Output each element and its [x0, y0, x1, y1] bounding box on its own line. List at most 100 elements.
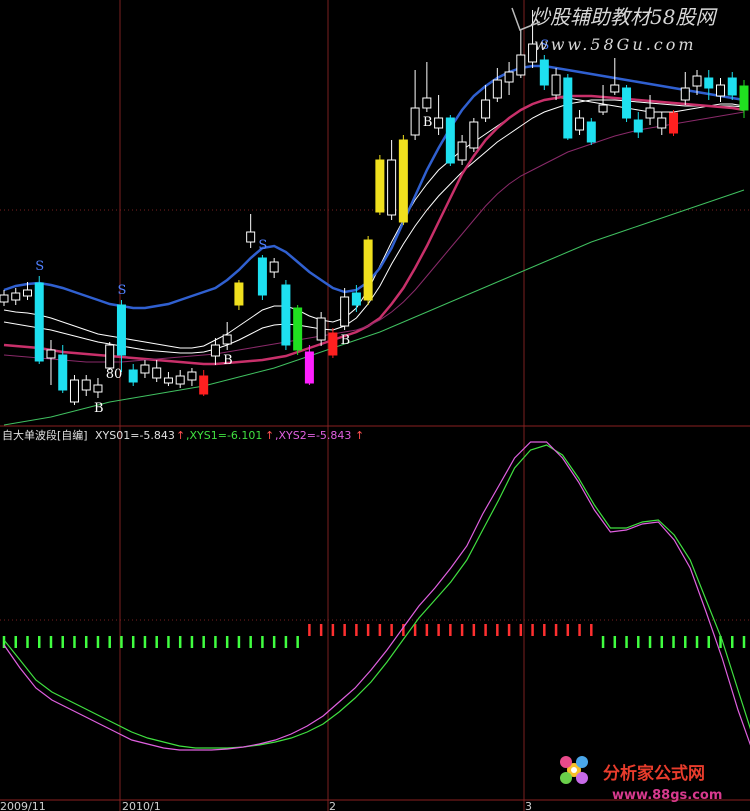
candle-body: [46, 349, 56, 359]
candle: [657, 112, 667, 135]
candle: [105, 342, 115, 370]
candle-body: [58, 354, 68, 391]
moving-average-line: [3, 97, 745, 349]
candle-body: [293, 307, 303, 351]
arrow-icon: ↑: [176, 429, 185, 442]
candle: [234, 280, 244, 310]
candle-body: [422, 97, 432, 109]
candle-body: [222, 334, 232, 345]
candle-body: [586, 121, 596, 143]
candle: [210, 338, 220, 365]
xys2-value: ,XYS2=-5.843: [275, 429, 351, 442]
candle-body: [445, 117, 455, 164]
xys1-value: ,XYS1=-6.101: [186, 429, 262, 442]
candle-body: [727, 77, 737, 96]
candle: [0, 290, 9, 306]
candle: [492, 68, 502, 102]
candle-body: [633, 119, 643, 133]
candle-body: [575, 117, 585, 131]
xys01-value: XYS01=-5.843: [95, 429, 175, 442]
indicator-name: 自大单波段[自编]: [2, 428, 88, 442]
candle-body: [69, 379, 79, 403]
candle-body: [481, 99, 491, 119]
watermark-site-name: 分析家公式网: [603, 763, 705, 784]
candle-body: [410, 107, 420, 136]
candle-body: [375, 159, 385, 213]
candle: [422, 62, 432, 112]
candle-body: [551, 74, 561, 96]
candle: [269, 258, 279, 278]
buy-signal-label: B: [423, 115, 433, 130]
sell-signal-label: S: [258, 238, 267, 253]
candle: [575, 110, 585, 135]
candle: [410, 70, 420, 140]
x-tick-label: 3: [525, 800, 532, 811]
candle: [387, 140, 397, 220]
sell-signal-label: S: [117, 283, 126, 298]
candle: [340, 288, 350, 330]
candle: [375, 155, 385, 215]
candle-body: [128, 369, 138, 383]
candle: [457, 135, 467, 165]
candle: [199, 370, 209, 396]
buy-signal-label: B: [223, 353, 233, 368]
candle: [434, 95, 444, 135]
candle: [152, 360, 162, 382]
candle: [669, 110, 679, 136]
candle: [93, 378, 103, 398]
candle: [257, 255, 267, 300]
arrow-icon: ↑: [355, 429, 364, 442]
watermark-site-url: www.88gs.com: [612, 788, 722, 803]
candle-body: [328, 332, 338, 356]
candle: [680, 72, 690, 105]
candle: [34, 276, 44, 364]
candle-body: [234, 282, 244, 306]
candle: [727, 72, 737, 100]
candle-body: [340, 296, 350, 327]
candle-body: [22, 289, 32, 297]
price-label: 80: [106, 367, 123, 382]
candle: [563, 74, 573, 140]
candle-body: [246, 231, 256, 243]
flower-logo-icon: [560, 756, 588, 784]
candle-body: [81, 379, 91, 391]
sell-signal-label: S: [35, 259, 44, 274]
candle: [551, 68, 561, 100]
candle: [304, 345, 314, 385]
candle: [363, 236, 373, 305]
moving-average-line: [3, 99, 745, 354]
candle-body: [210, 344, 220, 357]
candle: [187, 368, 197, 386]
candle: [246, 214, 256, 248]
watermark-top: 炒股辅助教材58股网 www.58Gu.com: [511, 5, 718, 54]
x-tick-label: 2009/11: [0, 800, 46, 811]
candle-body: [199, 375, 209, 395]
candle-body: [739, 85, 749, 111]
candle-body: [692, 75, 702, 87]
candle-body: [504, 71, 514, 83]
candle-body: [116, 304, 126, 356]
indicator-header: 自大单波段[自编] XYS01=-5.843 ↑ ,XYS1=-6.101 ↑ …: [2, 428, 364, 442]
candle-body: [645, 107, 655, 119]
candle: [11, 288, 21, 305]
candle-body: [257, 257, 267, 296]
candle-body: [93, 384, 103, 393]
candle-body: [704, 77, 714, 89]
candle: [716, 78, 726, 102]
candle-body: [669, 112, 679, 134]
candle-body: [680, 87, 690, 101]
candle-body: [0, 294, 9, 303]
candle: [281, 280, 291, 350]
candle-body: [610, 84, 620, 93]
candlestick-series: [0, 10, 749, 405]
indicator-line-xys1: [3, 444, 750, 749]
candle: [481, 85, 491, 122]
candle-body: [187, 371, 197, 381]
arrow-icon: ↑: [265, 429, 274, 442]
candle-body: [163, 377, 173, 384]
signal-bars: [2, 624, 746, 648]
stock-chart-canvas: SSSSBBBB80 自大单波段[自编] XYS01=-5.843 ↑ ,XYS…: [0, 0, 750, 811]
candle: [504, 62, 514, 95]
candle: [645, 95, 655, 125]
candle-body: [398, 139, 408, 223]
